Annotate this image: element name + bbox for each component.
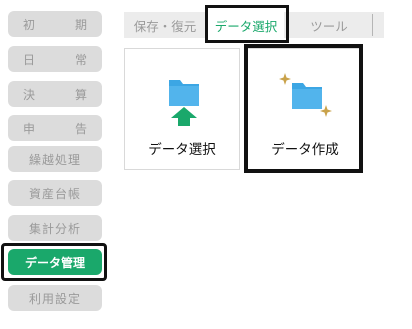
sidebar-item-label: 繰越処理 [28, 152, 81, 167]
data-select-card[interactable]: データ選択 [124, 48, 240, 170]
sidebar-item-settlement[interactable]: 決 算 [8, 81, 102, 107]
tab-label: ツール [310, 18, 348, 34]
tab-label: 保存・復元 [133, 18, 197, 34]
folder-new-icon [279, 73, 332, 117]
tab-divider [372, 14, 373, 36]
sidebar-item-carryover[interactable]: 繰越処理 [8, 146, 102, 172]
tab-bar: 保存・復元 データ選択 ツール [124, 12, 384, 38]
sidebar-item-label: 集計分析 [28, 221, 81, 236]
sidebar: 初 期 日 常 決 算 申 告 繰越処理 資産台帳 集計分析 データ管理 利用設… [0, 0, 110, 329]
folder-upload-icon [169, 80, 199, 126]
sidebar-item-initial[interactable]: 初 期 [8, 11, 102, 37]
card-label: データ選択 [148, 142, 216, 158]
sidebar-item-label: 日 常 [22, 52, 101, 67]
sidebar-item-tax-return[interactable]: 申 告 [8, 115, 102, 141]
sidebar-item-data-management[interactable]: データ管理 [8, 249, 102, 275]
tab-data-select[interactable]: データ選択 [208, 12, 284, 38]
card-label: データ作成 [271, 142, 339, 158]
sidebar-item-analysis[interactable]: 集計分析 [8, 215, 102, 241]
sidebar-item-label: 決 算 [22, 87, 101, 102]
sidebar-item-daily[interactable]: 日 常 [8, 46, 102, 72]
data-create-card[interactable]: データ作成 [247, 48, 363, 170]
sidebar-item-label: 初 期 [22, 17, 101, 32]
tab-label: データ選択 [214, 18, 278, 34]
sidebar-item-user-settings[interactable]: 利用設定 [8, 285, 102, 311]
tab-save-restore[interactable]: 保存・復元 [124, 12, 206, 38]
sidebar-item-label: データ管理 [24, 255, 85, 270]
sidebar-item-label: 資産台帳 [28, 186, 81, 201]
sidebar-item-label: 利用設定 [28, 291, 81, 306]
tab-tools[interactable]: ツール [288, 12, 370, 38]
sidebar-item-asset-ledger[interactable]: 資産台帳 [8, 180, 102, 206]
sidebar-item-label: 申 告 [22, 121, 101, 136]
